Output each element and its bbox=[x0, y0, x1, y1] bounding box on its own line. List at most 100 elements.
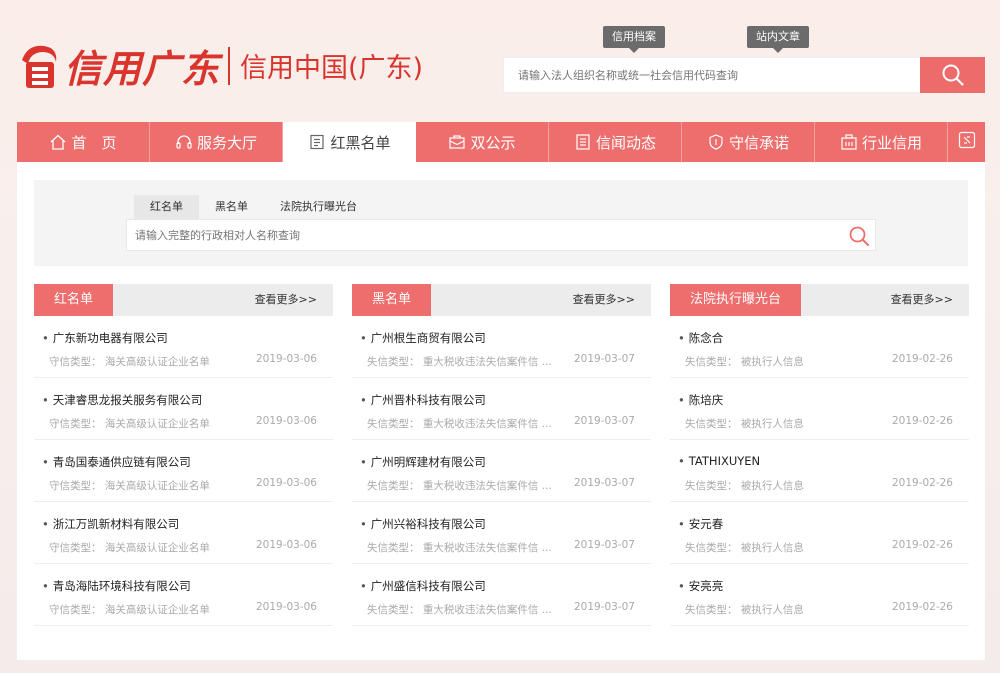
top-search-button[interactable] bbox=[920, 57, 985, 93]
item-date: 2019-02-26 bbox=[891, 539, 953, 551]
list-item[interactable]: 广州盛信科技有限公司 失信类型： 重大税收违法失信案件信 ... 2019-03… bbox=[352, 564, 651, 626]
item-type: 失信类型： 重大税收违法失信案件信 ... bbox=[367, 480, 552, 492]
mail-icon bbox=[448, 133, 466, 151]
item-date: 2019-03-07 bbox=[573, 601, 635, 613]
item-name[interactable]: 广州晋朴科技有限公司 bbox=[360, 392, 486, 408]
nav-item-news[interactable]: 信闻动态 bbox=[549, 122, 682, 162]
list-item[interactable]: 广州明辉建材有限公司 失信类型： 重大税收违法失信案件信 ... 2019-03… bbox=[352, 440, 651, 502]
item-date: 2019-02-26 bbox=[891, 353, 953, 365]
top-search-input[interactable] bbox=[504, 58, 920, 92]
item-name[interactable]: 浙江万凯新材料有限公司 bbox=[42, 516, 180, 532]
item-name[interactable]: 广州明辉建材有限公司 bbox=[360, 454, 486, 470]
item-name[interactable]: 天津睿思龙报关服务有限公司 bbox=[42, 392, 203, 408]
item-name[interactable]: TATHIXUYEN bbox=[678, 454, 760, 468]
list-tabs: 红名单 黑名单 法院执行曝光台 bbox=[134, 195, 373, 219]
item-date: 2019-03-06 bbox=[255, 415, 317, 427]
column-title: 红名单 bbox=[34, 284, 114, 316]
nav-item-label: 信闻动态 bbox=[595, 133, 656, 152]
logo-divider bbox=[228, 46, 231, 85]
nav-item-label: 首 页 bbox=[71, 133, 117, 152]
item-name[interactable]: 安元春 bbox=[678, 516, 724, 532]
item-type: 守信类型： 海关高级认证企业名单 bbox=[49, 356, 210, 368]
list-item[interactable]: 天津睿思龙报关服务有限公司 守信类型： 海关高级认证企业名单 2019-03-0… bbox=[34, 378, 333, 440]
item-name[interactable]: 陈培庆 bbox=[678, 392, 724, 408]
list-search-input[interactable] bbox=[127, 220, 875, 250]
site-logo[interactable]: 信用广东 信用中国(广东) bbox=[18, 38, 423, 93]
list-item[interactable]: 安元春 失信类型： 被执行人信息 2019-02-26 bbox=[670, 502, 969, 564]
list-item[interactable]: 陈念合 失信类型： 被执行人信息 2019-02-26 bbox=[670, 316, 969, 378]
column-title: 黑名单 bbox=[352, 284, 432, 316]
item-date: 2019-03-06 bbox=[255, 477, 317, 489]
item-name[interactable]: 广州根生商贸有限公司 bbox=[360, 330, 486, 346]
nav-item-credit-commitment[interactable]: 守信承诺 bbox=[682, 122, 815, 162]
shield-icon bbox=[707, 133, 725, 151]
nav-item-label: 服务大厅 bbox=[196, 133, 257, 152]
item-name[interactable]: 青岛国泰通供应链有限公司 bbox=[42, 454, 191, 470]
nav-item-label: 双公示 bbox=[470, 133, 516, 152]
list-item[interactable]: 青岛国泰通供应链有限公司 守信类型： 海关高级认证企业名单 2019-03-06 bbox=[34, 440, 333, 502]
nav-item-red-black-list[interactable]: 红黑名单 bbox=[283, 122, 416, 162]
view-more-link[interactable]: 查看更多>> bbox=[573, 284, 635, 316]
list-item[interactable]: 安亮亮 失信类型： 被执行人信息 2019-02-26 bbox=[670, 564, 969, 626]
tab-black-list[interactable]: 黑名单 bbox=[199, 195, 264, 219]
nav-item-label: 行业信用 bbox=[861, 133, 922, 152]
item-type: 失信类型： 重大税收违法失信案件信 ... bbox=[367, 542, 552, 554]
view-more-link[interactable]: 查看更多>> bbox=[255, 284, 317, 316]
list-item[interactable]: 广州根生商贸有限公司 失信类型： 重大税收违法失信案件信 ... 2019-03… bbox=[352, 316, 651, 378]
nav-item-industry-credit[interactable]: 行业信用 bbox=[815, 122, 948, 162]
main-nav: 首 页 服务大厅 红黑名单 双公示 信闻动态 守信承诺 行业信用 bbox=[17, 122, 985, 162]
item-date: 2019-03-06 bbox=[255, 539, 317, 551]
court-exposure-column: 法院执行曝光台 查看更多>> 陈念合 失信类型： 被执行人信息 2019-02-… bbox=[670, 284, 969, 626]
item-date: 2019-02-26 bbox=[891, 415, 953, 427]
item-type: 守信类型： 海关高级认证企业名单 bbox=[49, 542, 210, 554]
main-content: 红名单 黑名单 法院执行曝光台 红名单 查看更多>> 广东新功电器有限公司 守信… bbox=[17, 162, 985, 660]
nav-item-label: 红黑名单 bbox=[330, 133, 391, 152]
list-item[interactable]: 陈培庆 失信类型： 被执行人信息 2019-02-26 bbox=[670, 378, 969, 440]
black-list-column: 黑名单 查看更多>> 广州根生商贸有限公司 失信类型： 重大税收违法失信案件信 … bbox=[352, 284, 651, 626]
item-type: 守信类型： 海关高级认证企业名单 bbox=[49, 418, 210, 430]
item-date: 2019-03-06 bbox=[255, 601, 317, 613]
nav-collapse-button[interactable] bbox=[948, 122, 985, 162]
search-icon[interactable] bbox=[847, 224, 871, 248]
item-date: 2019-03-06 bbox=[255, 353, 317, 365]
item-name[interactable]: 广东新功电器有限公司 bbox=[42, 330, 168, 346]
tab-red-list[interactable]: 红名单 bbox=[134, 195, 199, 219]
list-search-panel: 红名单 黑名单 法院执行曝光台 bbox=[34, 180, 968, 266]
nav-item-double-publicity[interactable]: 双公示 bbox=[416, 122, 549, 162]
document-icon bbox=[574, 133, 592, 151]
column-header: 红名单 查看更多>> bbox=[34, 284, 333, 316]
building-icon bbox=[840, 133, 858, 151]
item-type: 失信类型： 重大税收违法失信案件信 ... bbox=[367, 356, 552, 368]
list-item[interactable]: 广州兴裕科技有限公司 失信类型： 重大税收违法失信案件信 ... 2019-03… bbox=[352, 502, 651, 564]
item-type: 失信类型： 重大税收违法失信案件信 ... bbox=[367, 604, 552, 616]
site-header: 信用广东 信用中国(广东) 信用档案 站内文章 bbox=[0, 0, 1000, 120]
list-item[interactable]: 广州晋朴科技有限公司 失信类型： 重大税收违法失信案件信 ... 2019-03… bbox=[352, 378, 651, 440]
view-more-link[interactable]: 查看更多>> bbox=[891, 284, 953, 316]
item-type: 失信类型： 被执行人信息 bbox=[685, 604, 804, 616]
list-item[interactable]: TATHIXUYEN 失信类型： 被执行人信息 2019-02-26 bbox=[670, 440, 969, 502]
nav-item-label: 守信承诺 bbox=[728, 133, 789, 152]
tab-court-exposure[interactable]: 法院执行曝光台 bbox=[264, 195, 373, 219]
item-type: 守信类型： 海关高级认证企业名单 bbox=[49, 604, 210, 616]
nav-item-service-hall[interactable]: 服务大厅 bbox=[150, 122, 283, 162]
list-item[interactable]: 广东新功电器有限公司 守信类型： 海关高级认证企业名单 2019-03-06 bbox=[34, 316, 333, 378]
item-type: 失信类型： 重大税收违法失信案件信 ... bbox=[367, 418, 552, 430]
column-header: 黑名单 查看更多>> bbox=[352, 284, 651, 316]
item-name[interactable]: 陈念合 bbox=[678, 330, 724, 346]
top-search-box bbox=[503, 57, 920, 93]
item-name[interactable]: 广州盛信科技有限公司 bbox=[360, 578, 486, 594]
list-item[interactable]: 青岛海陆环境科技有限公司 守信类型： 海关高级认证企业名单 2019-03-06 bbox=[34, 564, 333, 626]
logo-script-text: 信用广东 bbox=[64, 46, 221, 91]
item-type: 守信类型： 海关高级认证企业名单 bbox=[49, 480, 210, 492]
logo-subtitle: 信用中国(广东) bbox=[240, 53, 424, 84]
tab-site-articles[interactable]: 站内文章 bbox=[747, 26, 809, 53]
tab-credit-archive[interactable]: 信用档案 bbox=[603, 26, 665, 53]
nav-item-home[interactable]: 首 页 bbox=[17, 122, 150, 162]
item-name[interactable]: 广州兴裕科技有限公司 bbox=[360, 516, 486, 532]
home-icon bbox=[49, 133, 67, 151]
item-date: 2019-03-07 bbox=[573, 353, 635, 365]
item-name[interactable]: 安亮亮 bbox=[678, 578, 724, 594]
item-name[interactable]: 青岛海陆环境科技有限公司 bbox=[42, 578, 191, 594]
column-header: 法院执行曝光台 查看更多>> bbox=[670, 284, 969, 316]
list-item[interactable]: 浙江万凯新材料有限公司 守信类型： 海关高级认证企业名单 2019-03-06 bbox=[34, 502, 333, 564]
